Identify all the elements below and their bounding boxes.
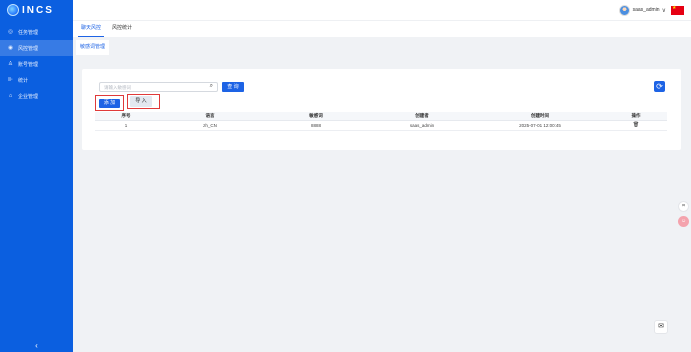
chevron-down-icon: ∨ [661,7,666,14]
table-header-row: 序号 语言 敏感词 创建者 创建时间 操作 [95,112,667,121]
tab-chat-risk[interactable]: 聊天风控 [78,21,105,37]
company-icon: ⌂ [8,93,13,99]
column-header-action: 操作 [605,112,667,121]
main-tabs: 聊天风控 风控统计 [73,20,691,37]
sidebar-item-task[interactable]: ◎ 任务管理 [0,24,73,40]
content-card: ⌕ 查 询 添 加 导 入 ⟳ 序号 语言 敏感词 创建者 创建时间 操 [82,69,681,150]
sidebar-item-label: 账号管理 [18,61,39,68]
query-button[interactable]: 查 询 [222,82,244,92]
chevron-left-icon: ‹ [35,340,38,350]
user-icon: ♙ [8,61,13,67]
import-button[interactable]: 导 入 [130,96,152,107]
import-button-highlight: 导 入 [127,94,160,109]
risk-icon: ◉ [8,45,13,51]
cell-word: 8888 [263,120,369,131]
column-header-index: 序号 [95,112,157,121]
floating-tool-icon[interactable]: ⌗ [678,201,689,212]
china-flag-icon[interactable] [671,5,684,15]
column-header-created-at: 创建时间 [475,112,605,121]
task-icon: ◎ [8,29,13,35]
sidebar-item-label: 任务管理 [18,29,39,36]
sidebar-item-account[interactable]: ♙ 账号管理 [0,56,73,72]
search-icon[interactable]: ⌕ [210,83,213,90]
logo: INCS [0,0,73,20]
username: saas_admin [632,7,660,13]
refresh-icon: ⟳ [656,82,663,91]
avatar [618,4,630,16]
sidebar: INCS ◎ 任务管理 ◉ 风控管理 ♙ 账号管理 ⊪ 统计 ⌂ 企业管理 ‹ [0,0,73,352]
cell-creator: saas_admin [369,120,475,131]
sidebar-item-stats[interactable]: ⊪ 统计 [0,72,73,88]
cell-index: 1 [95,120,157,131]
refresh-button[interactable]: ⟳ [654,81,665,92]
sensitive-words-table: 序号 语言 敏感词 创建者 创建时间 操作 1 zh_CN 8888 saas_… [95,112,667,131]
sidebar-item-label: 风控管理 [18,45,39,52]
add-button[interactable]: 添 加 [99,99,120,108]
sidebar-collapse-button[interactable]: ‹ [0,338,73,352]
search-box: ⌕ [99,82,218,92]
table-row: 1 zh_CN 8888 saas_admin 2025-07-01 12:00… [95,120,667,131]
sidebar-item-risk[interactable]: ◉ 风控管理 [0,40,73,56]
app-root: INCS ◎ 任务管理 ◉ 风控管理 ♙ 账号管理 ⊪ 统计 ⌂ 企业管理 ‹ … [0,0,691,352]
tab-sensitive-words[interactable]: 敏感词管理 [76,40,110,55]
chart-icon: ⊪ [8,77,13,83]
add-button-highlight: 添 加 [95,95,124,111]
tab-risk-stats[interactable]: 风控统计 [109,21,135,37]
sub-tabs: 敏感词管理 [73,37,691,55]
top-header: saas_admin ∨ [73,0,691,20]
mail-icon[interactable]: ✉ [654,320,668,334]
user-menu[interactable]: saas_admin ∨ [618,4,684,16]
cell-created-at: 2025-07-01 12:00:45 [475,120,605,131]
cell-language: zh_CN [157,120,263,131]
logo-text: INCS [22,4,54,16]
sidebar-item-company[interactable]: ⌂ 企业管理 [0,88,73,104]
search-input[interactable] [100,83,200,91]
column-header-language: 语言 [157,112,263,121]
trash-icon[interactable]: 🗑 [633,122,639,128]
cell-action: 🗑 [605,120,667,131]
sidebar-nav: ◎ 任务管理 ◉ 风控管理 ♙ 账号管理 ⊪ 统计 ⌂ 企业管理 [0,24,73,104]
column-header-creator: 创建者 [369,112,475,121]
sidebar-item-label: 统计 [18,77,29,84]
sidebar-item-label: 企业管理 [18,93,39,100]
logo-icon [7,4,19,16]
column-header-word: 敏感词 [263,112,369,121]
floating-assistant-icon[interactable]: ☺ [678,216,689,227]
